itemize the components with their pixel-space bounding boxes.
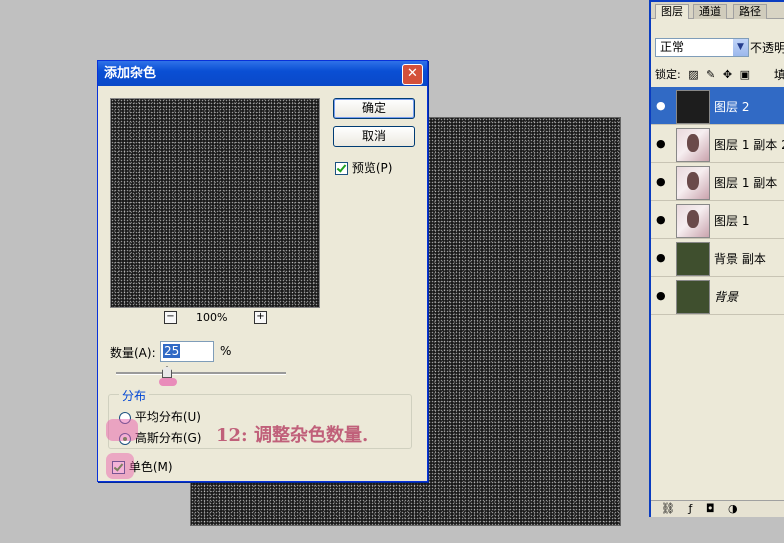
layer-thumbnail [676, 204, 710, 238]
tab-channels[interactable]: 通道 [693, 4, 727, 19]
amount-slider-thumb[interactable] [162, 366, 172, 378]
cancel-button[interactable]: 取消 [333, 126, 415, 147]
layer-row[interactable]: ● 背景 副本 [651, 239, 784, 277]
layer-row[interactable]: ● 图层 1 副本 2 [651, 125, 784, 163]
layer-thumbnail [676, 90, 710, 124]
layer-name: 图层 1 [714, 214, 750, 228]
zoom-level: 100% [196, 311, 228, 324]
distribution-title: 分布 [119, 387, 150, 404]
layer-name: 图层 2 [714, 100, 750, 114]
layer-row[interactable]: ● 图层 2 [651, 87, 784, 125]
preview-checkbox-row[interactable]: 预览(P) [335, 159, 392, 176]
layer-thumbnail [676, 128, 710, 162]
panel-tabs: 图层 通道 路径 [651, 2, 784, 19]
lock-label: 锁定: [655, 68, 681, 81]
amount-value: 25 [163, 344, 181, 358]
dialog-titlebar[interactable]: 添加杂色 ✕ [98, 61, 427, 86]
close-button[interactable]: ✕ [402, 64, 423, 85]
amount-input[interactable]: 25 [160, 341, 214, 362]
layer-row[interactable]: ● 图层 1 副本 [651, 163, 784, 201]
layer-thumbnail [676, 242, 710, 276]
layer-name: 图层 1 副本 [714, 176, 778, 190]
mask-icon[interactable]: ◘ [706, 501, 715, 517]
ok-button[interactable]: 确定 [333, 98, 415, 119]
zoom-controls: − 100% + [160, 311, 270, 327]
opacity-label: 不透明 [750, 41, 784, 55]
highlight-marker [159, 378, 177, 386]
add-noise-dialog: 添加杂色 ✕ − 100% + 确定 取消 预览(P) 数量(A): 25 % … [97, 60, 428, 482]
tab-layers[interactable]: 图层 [655, 4, 689, 19]
preview-label: 预览(P) [351, 161, 393, 175]
tutorial-annotation: 12: 调整杂色数量. [216, 425, 369, 446]
layer-name: 图层 1 副本 2 [714, 138, 784, 152]
highlight-marker [106, 419, 138, 441]
blend-mode-value: 正常 [660, 40, 685, 54]
layers-footer: ⛓ ƒ ◘ ◑ [651, 500, 784, 517]
mono-label: 单色(M) [128, 460, 173, 474]
layer-name: 背景 [714, 290, 739, 304]
eye-icon[interactable]: ● [656, 175, 666, 188]
uniform-label: 平均分布(U) [134, 410, 201, 424]
eye-icon[interactable]: ● [656, 99, 666, 112]
chevron-down-icon[interactable]: ▼ [733, 39, 748, 56]
layers-panel: 图层 通道 路径 正常 ▼ 不透明 锁定: ▨ ✎ ✥ ▣ 填 ● 图层 2 ● 图层… [649, 0, 784, 517]
lock-all-icon[interactable]: ▣ [740, 68, 750, 81]
lock-paint-icon[interactable]: ✎ [706, 68, 715, 81]
zoom-out-button[interactable]: − [164, 311, 177, 324]
eye-icon[interactable]: ● [656, 137, 666, 150]
gaussian-label: 高斯分布(G) [134, 431, 202, 445]
adjustment-icon[interactable]: ◑ [728, 501, 738, 517]
amount-label: 数量(A): [110, 346, 156, 360]
link-icon[interactable]: ⛓ [661, 501, 675, 517]
dialog-title: 添加杂色 [104, 66, 157, 81]
layer-thumbnail [676, 166, 710, 200]
amount-slider-track[interactable] [116, 372, 286, 375]
layer-row[interactable]: ● 图层 1 [651, 201, 784, 239]
eye-icon[interactable]: ● [656, 213, 666, 226]
lock-transparency-icon[interactable]: ▨ [688, 68, 698, 81]
eye-icon[interactable]: ● [656, 251, 666, 264]
preview-checkbox[interactable] [335, 162, 348, 175]
lock-controls: 锁定: ▨ ✎ ✥ ▣ [655, 66, 750, 82]
zoom-in-button[interactable]: + [254, 311, 267, 324]
layers-list: ● 图层 2 ● 图层 1 副本 2 ● 图层 1 副本 ● 图层 1 ● 背景 副本 ● 背景 [651, 87, 784, 315]
fill-label: 填 [774, 68, 784, 82]
layer-row[interactable]: ● 背景 [651, 277, 784, 315]
lock-move-icon[interactable]: ✥ [723, 68, 732, 81]
eye-icon[interactable]: ● [656, 289, 666, 302]
tab-paths[interactable]: 路径 [733, 4, 767, 19]
layer-name: 背景 副本 [714, 252, 766, 266]
layer-thumbnail [676, 280, 710, 314]
noise-preview[interactable] [110, 98, 320, 308]
blend-mode-select[interactable]: 正常 ▼ [655, 38, 749, 57]
amount-unit: % [220, 344, 232, 358]
highlight-marker [106, 453, 134, 479]
fx-icon[interactable]: ƒ [688, 501, 692, 517]
